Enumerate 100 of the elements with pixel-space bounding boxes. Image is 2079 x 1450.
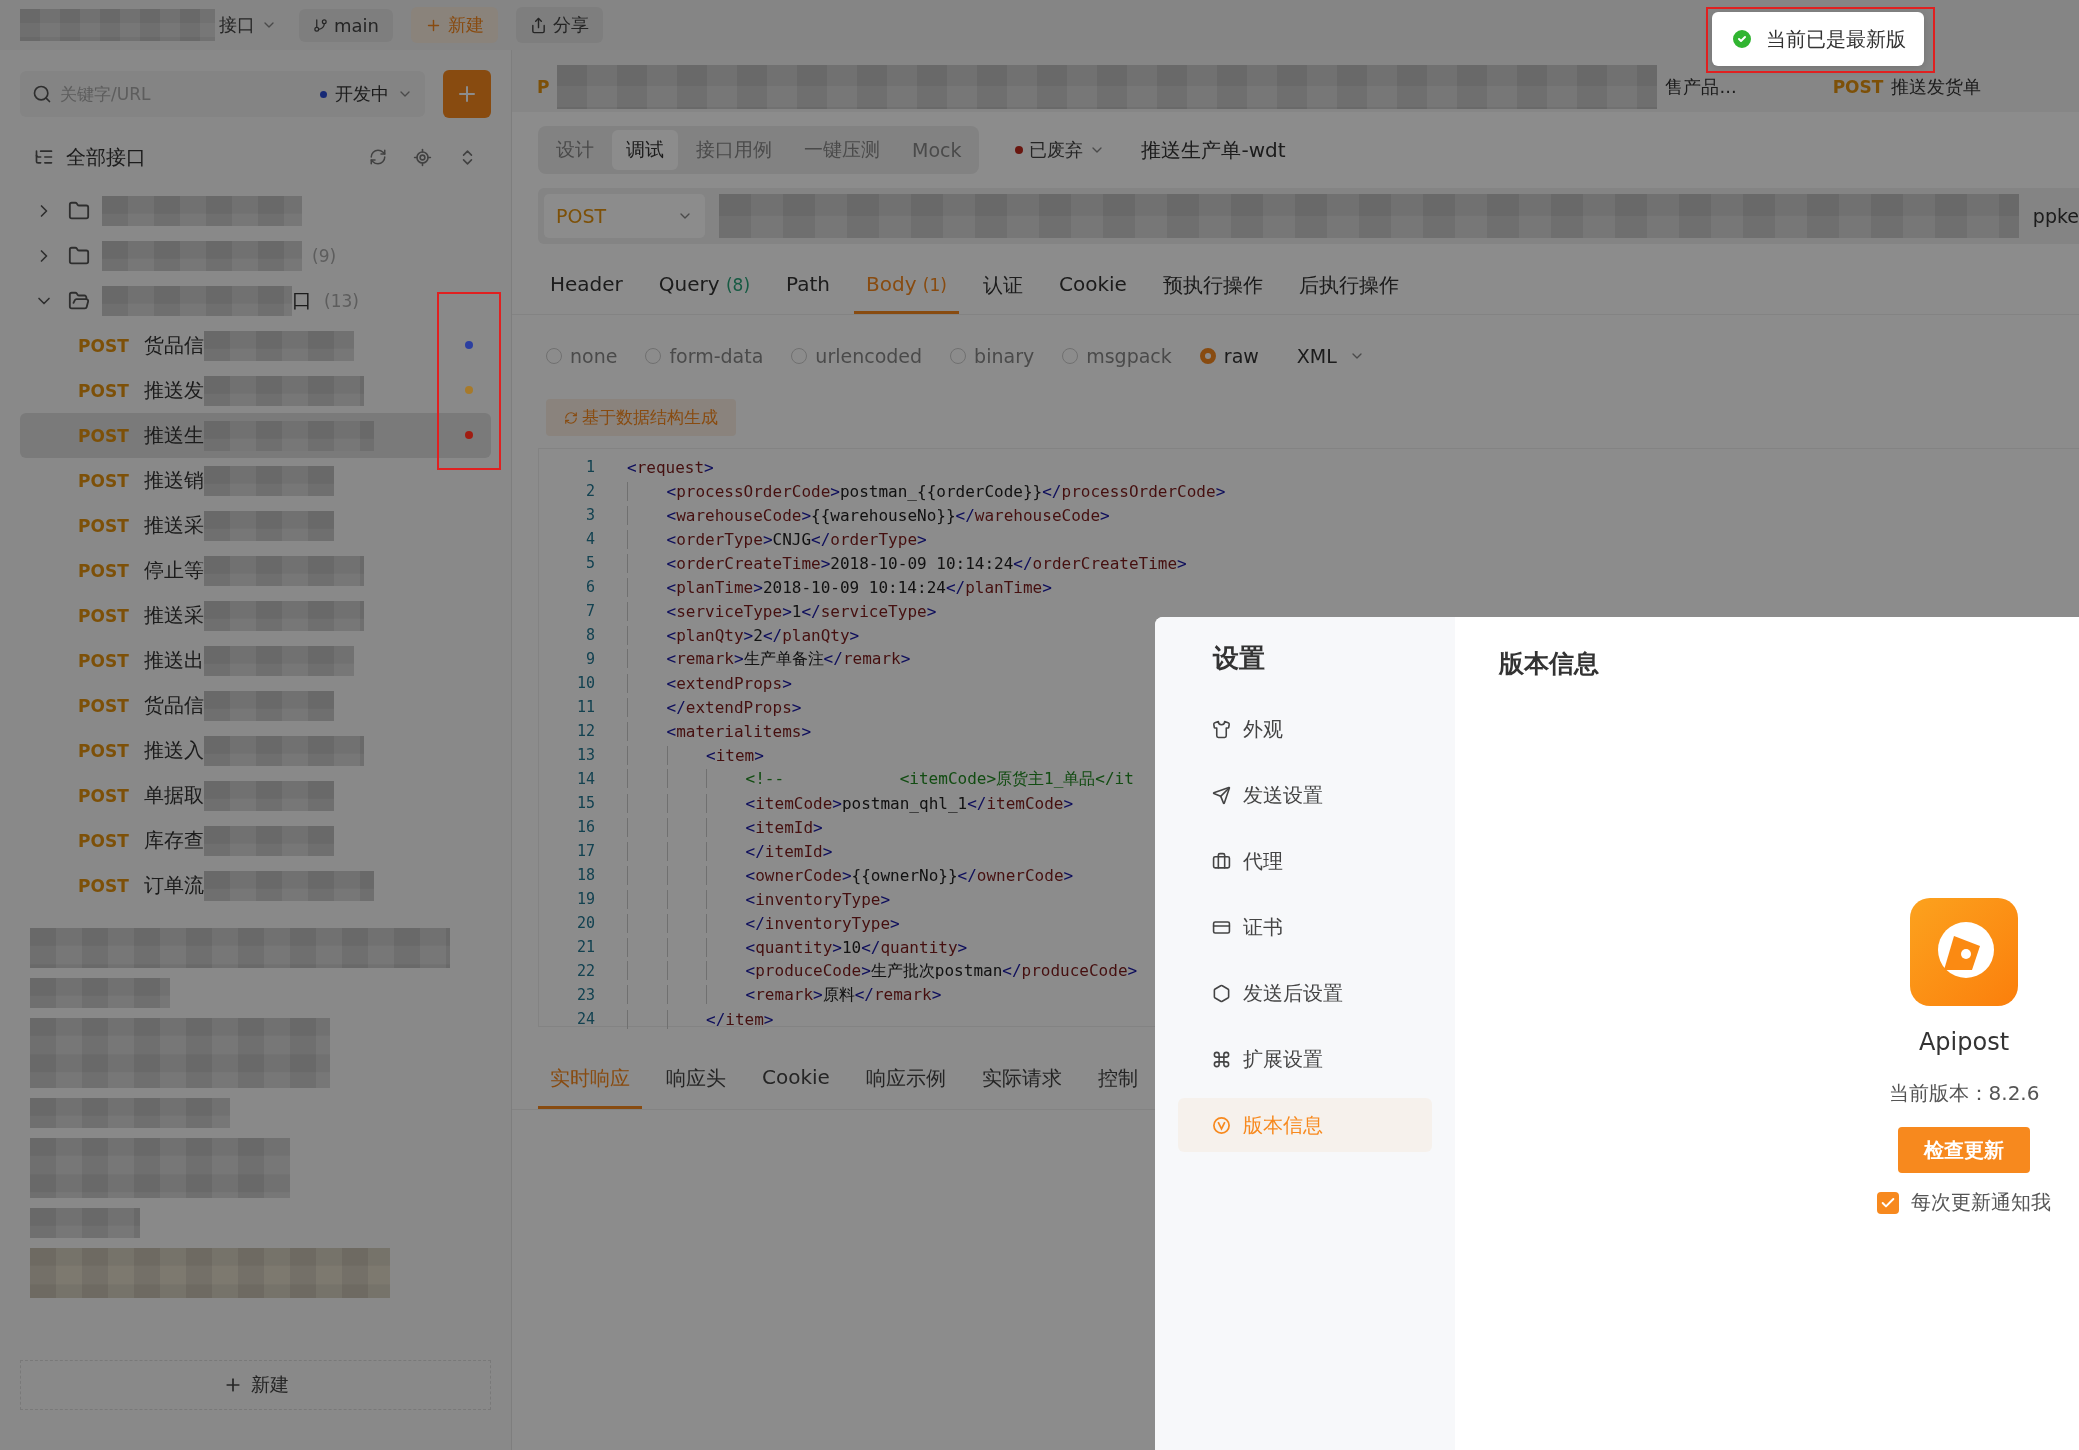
endpoint-item[interactable]: POST 推送采 [20, 593, 491, 638]
endpoint-item[interactable]: POST 订单流 [20, 863, 491, 908]
new-button[interactable]: 新建 [20, 1360, 491, 1410]
status-dot [1015, 146, 1024, 154]
line-number: 11 [575, 698, 596, 716]
tab-title[interactable]: 推送发货单 [1891, 75, 1982, 99]
endpoint-name: 推送销 [144, 467, 204, 494]
line-number: 12 [575, 722, 596, 740]
refresh-icon[interactable] [369, 148, 387, 166]
code-line: <orderCreateTime>2018-10-09 10:14:24</orderCreateTime> [627, 553, 1187, 573]
method-label: POST [78, 650, 130, 671]
environment-selector[interactable]: 开发中 [320, 82, 413, 106]
response-tab[interactable]: 响应头 [654, 1051, 738, 1109]
radio-option[interactable]: urlencoded [791, 345, 923, 367]
endpoint-item[interactable]: POST 货品信 [20, 683, 491, 728]
radio-option[interactable]: msgpack [1062, 345, 1172, 367]
endpoint-item[interactable]: POST 推送发 [20, 368, 491, 413]
endpoint-item[interactable]: POST 单据取 [20, 773, 491, 818]
send-icon [1212, 785, 1231, 805]
radio-option[interactable]: none [546, 345, 618, 367]
project-selector[interactable]: 接口 [215, 13, 281, 37]
code-line: <remark>生产单备注</remark> [627, 648, 911, 670]
line-number: 5 [584, 554, 596, 572]
line-number: 13 [575, 746, 596, 764]
param-tab[interactable]: 认证 [982, 256, 1023, 314]
line-number: 6 [584, 578, 596, 596]
method-label: POST [78, 740, 130, 761]
endpoint-item[interactable]: POST 推送入 [20, 728, 491, 773]
radio-option[interactable]: binary [950, 345, 1035, 367]
method-label: POST [78, 515, 130, 536]
method-label: POST [1832, 77, 1884, 97]
code-line: <inventoryType> [627, 889, 891, 909]
settings-nav-item[interactable]: 外观 [1178, 702, 1432, 756]
tree-title: 全部接口 [66, 143, 146, 171]
environment-dot [320, 90, 327, 98]
endpoint-item[interactable]: POST 推送出 [20, 638, 491, 683]
code-line: <processOrderCode>postman_{{orderCode}}</processOrderCode> [627, 481, 1226, 501]
endpoint-item[interactable]: POST 货品信 [20, 323, 491, 368]
endpoint-item[interactable]: POST 推送采 [20, 503, 491, 548]
code-line: <itemCode>postman_qhl_1</itemCode> [627, 793, 1074, 813]
share-button[interactable]: 分享 [516, 7, 603, 43]
param-tab[interactable]: Path [786, 256, 830, 314]
endpoint-item[interactable]: POST 推送销 [20, 458, 491, 503]
code-line: <materialitems> [627, 721, 812, 741]
command-icon [1212, 1049, 1231, 1069]
endpoint-item[interactable]: POST 停止等 [20, 548, 491, 593]
add-button[interactable] [443, 70, 491, 118]
notify-checkbox[interactable]: 每次更新通知我 [1877, 1189, 2051, 1216]
line-number: 21 [575, 938, 596, 956]
endpoint-name: 单据取 [144, 782, 204, 809]
line-number: 20 [575, 914, 596, 932]
settings-nav-item[interactable]: 发送后设置 [1178, 966, 1432, 1020]
status-selector[interactable]: 已废弃 [1001, 132, 1120, 168]
method-label: POST [78, 605, 130, 626]
locate-icon[interactable] [413, 147, 432, 167]
response-tab[interactable]: 响应示例 [853, 1051, 958, 1109]
line-number: 8 [584, 626, 596, 644]
radio-option[interactable]: raw [1199, 345, 1259, 367]
response-tab[interactable]: 实际请求 [969, 1051, 1074, 1109]
settings-nav-item[interactable]: 发送设置 [1178, 768, 1432, 822]
line-number: 15 [575, 794, 596, 812]
line-number: 16 [575, 818, 596, 836]
code-line: <planQty>2</planQty> [627, 625, 860, 645]
param-tab[interactable]: 预执行操作 [1162, 256, 1263, 314]
folder-icon [68, 244, 90, 267]
share-icon [530, 16, 547, 34]
response-tab[interactable]: Cookie [750, 1051, 842, 1109]
endpoint-name: 货品信 [144, 692, 204, 719]
endpoint-item[interactable]: POST 库存查 [20, 818, 491, 863]
param-tab[interactable]: Cookie [1058, 256, 1127, 314]
request-name: 推送生产单-wdt [1141, 136, 1286, 164]
branch-selector[interactable]: main [299, 8, 393, 42]
settings-nav-item[interactable]: 证书 [1178, 900, 1432, 954]
code-line: <request> [627, 457, 714, 477]
tab-title[interactable]: 售产品... [1665, 75, 1737, 99]
settings-nav-item[interactable]: 代理 [1178, 834, 1432, 888]
code-line: <item> [627, 745, 764, 765]
check-update-button[interactable]: 检查更新 [1898, 1127, 2030, 1173]
response-tab[interactable]: 控制 [1085, 1051, 1150, 1109]
branch-icon [313, 17, 328, 33]
method-label: POST [78, 425, 130, 446]
format-select[interactable]: XML [1296, 345, 1365, 367]
settings-nav-item[interactable]: 扩展设置 [1178, 1032, 1432, 1086]
method-label: POST [78, 830, 130, 851]
line-number: 22 [575, 962, 596, 980]
mode-tab[interactable]: 调试 [612, 130, 678, 170]
endpoint-item[interactable]: POST 推送生 [20, 413, 491, 458]
endpoint-name: 库存查 [144, 827, 204, 854]
folder-icon [68, 289, 90, 312]
code-line: </itemId> [627, 841, 833, 861]
param-tab[interactable]: Header [550, 256, 623, 314]
line-number: 1 [584, 458, 596, 476]
param-tab[interactable]: Query (8) [658, 256, 751, 314]
method-label: POST [78, 335, 130, 356]
param-tab[interactable]: 后执行操作 [1298, 256, 1399, 314]
radio-option[interactable]: form-data [645, 345, 764, 367]
code-line: <extendProps> [627, 673, 792, 693]
tree-icon [34, 147, 54, 167]
endpoint-name: 推送发 [144, 377, 204, 404]
endpoint-name: 推送入 [144, 737, 204, 764]
